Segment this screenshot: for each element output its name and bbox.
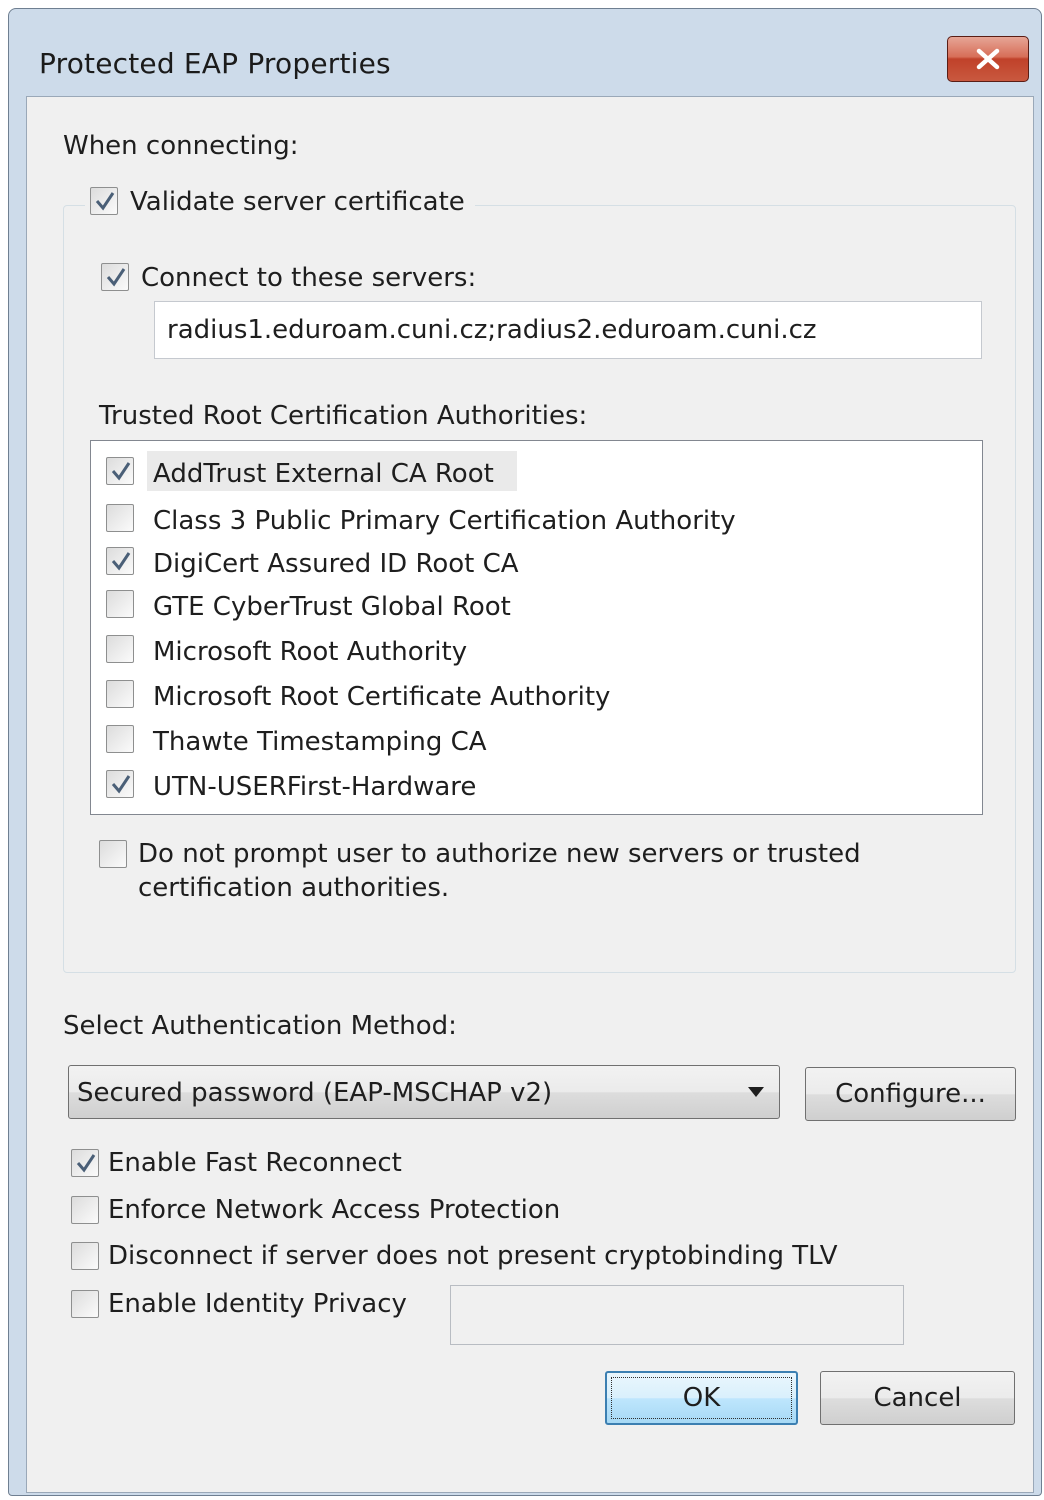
list-item[interactable]: Thawte Timestamping CA	[91, 717, 982, 757]
close-icon	[976, 48, 1000, 70]
cancel-button-label: Cancel	[873, 1383, 962, 1413]
ca-checkbox[interactable]	[106, 635, 134, 663]
auth-method-heading: Select Authentication Method:	[63, 1011, 457, 1041]
when-connecting-heading: When connecting:	[63, 131, 299, 161]
identity-privacy-label: Enable Identity Privacy	[108, 1289, 407, 1319]
auth-method-value: Secured password (EAP-MSCHAP v2)	[77, 1078, 553, 1108]
checkmark-icon	[95, 192, 115, 211]
ca-label: AddTrust External CA Root	[153, 459, 494, 489]
identity-input[interactable]	[450, 1285, 904, 1345]
checkmark-icon	[106, 268, 126, 287]
checkmark-icon	[111, 462, 131, 481]
window-title: Protected EAP Properties	[39, 47, 391, 80]
ca-label: Microsoft Root Certificate Authority	[153, 682, 611, 712]
close-button[interactable]	[947, 36, 1029, 82]
no-prompt-label-line2: certification authorities.	[138, 873, 450, 903]
servers-input-value: radius1.eduroam.cuni.cz;radius2.eduroam.…	[167, 315, 817, 345]
ca-label: Class 3 Public Primary Certification Aut…	[153, 506, 736, 536]
cryptobinding-label: Disconnect if server does not present cr…	[108, 1241, 838, 1271]
ca-label: DigiCert Assured ID Root CA	[153, 549, 519, 579]
ca-checkbox[interactable]	[106, 547, 134, 575]
ca-checkbox[interactable]	[106, 770, 134, 798]
checkmark-icon	[111, 552, 131, 571]
validate-cert-label: Validate server certificate	[130, 187, 465, 217]
validate-cert-checkbox[interactable]	[90, 187, 118, 215]
focus-ring	[611, 1377, 792, 1419]
configure-button-label: Configure...	[835, 1079, 986, 1109]
ca-checkbox[interactable]	[106, 680, 134, 708]
fast-reconnect-checkbox[interactable]	[71, 1149, 99, 1177]
ca-checkbox[interactable]	[106, 725, 134, 753]
cancel-button[interactable]: Cancel	[820, 1371, 1015, 1425]
servers-input[interactable]: radius1.eduroam.cuni.cz;radius2.eduroam.…	[154, 301, 982, 359]
nap-checkbox[interactable]	[71, 1196, 99, 1224]
no-prompt-checkbox[interactable]	[99, 840, 127, 868]
connect-servers-label: Connect to these servers:	[141, 263, 477, 293]
trusted-root-heading: Trusted Root Certification Authorities:	[99, 401, 588, 431]
no-prompt-label-line1: Do not prompt user to authorize new serv…	[138, 839, 861, 869]
ca-checkbox[interactable]	[106, 457, 134, 485]
cryptobinding-checkbox[interactable]	[71, 1242, 99, 1270]
list-item[interactable]: Class 3 Public Primary Certification Aut…	[91, 496, 982, 536]
dialog-window: Protected EAP Properties When connecting…	[8, 8, 1042, 1496]
list-item[interactable]: Microsoft Root Authority	[91, 627, 982, 667]
connect-servers-checkbox[interactable]	[101, 263, 129, 291]
ca-label: Microsoft Root Authority	[153, 637, 468, 667]
trusted-root-list[interactable]: AddTrust External CA Root Class 3 Public…	[90, 440, 983, 815]
list-item[interactable]: GTE CyberTrust Global Root	[91, 582, 982, 622]
auth-method-select[interactable]: Secured password (EAP-MSCHAP v2)	[68, 1065, 780, 1119]
list-item[interactable]: DigiCert Assured ID Root CA	[91, 539, 982, 579]
fast-reconnect-label: Enable Fast Reconnect	[108, 1148, 402, 1178]
configure-button[interactable]: Configure...	[805, 1067, 1016, 1121]
checkmark-icon	[76, 1154, 96, 1173]
checkmark-icon	[111, 775, 131, 794]
identity-privacy-checkbox[interactable]	[71, 1290, 99, 1318]
list-item[interactable]: AddTrust External CA Root	[91, 449, 982, 491]
ca-label: Thawte Timestamping CA	[153, 727, 487, 757]
ca-label: GTE CyberTrust Global Root	[153, 592, 511, 622]
ca-label: UTN-USERFirst-Hardware	[153, 772, 477, 802]
dialog-body: When connecting: Validate server certifi…	[26, 96, 1034, 1493]
list-item[interactable]: UTN-USERFirst-Hardware	[91, 762, 982, 802]
ok-button[interactable]: OK	[605, 1371, 798, 1425]
chevron-down-icon	[748, 1087, 764, 1097]
list-item[interactable]: Microsoft Root Certificate Authority	[91, 672, 982, 712]
ca-checkbox[interactable]	[106, 590, 134, 618]
ca-checkbox[interactable]	[106, 504, 134, 532]
nap-label: Enforce Network Access Protection	[108, 1195, 561, 1225]
